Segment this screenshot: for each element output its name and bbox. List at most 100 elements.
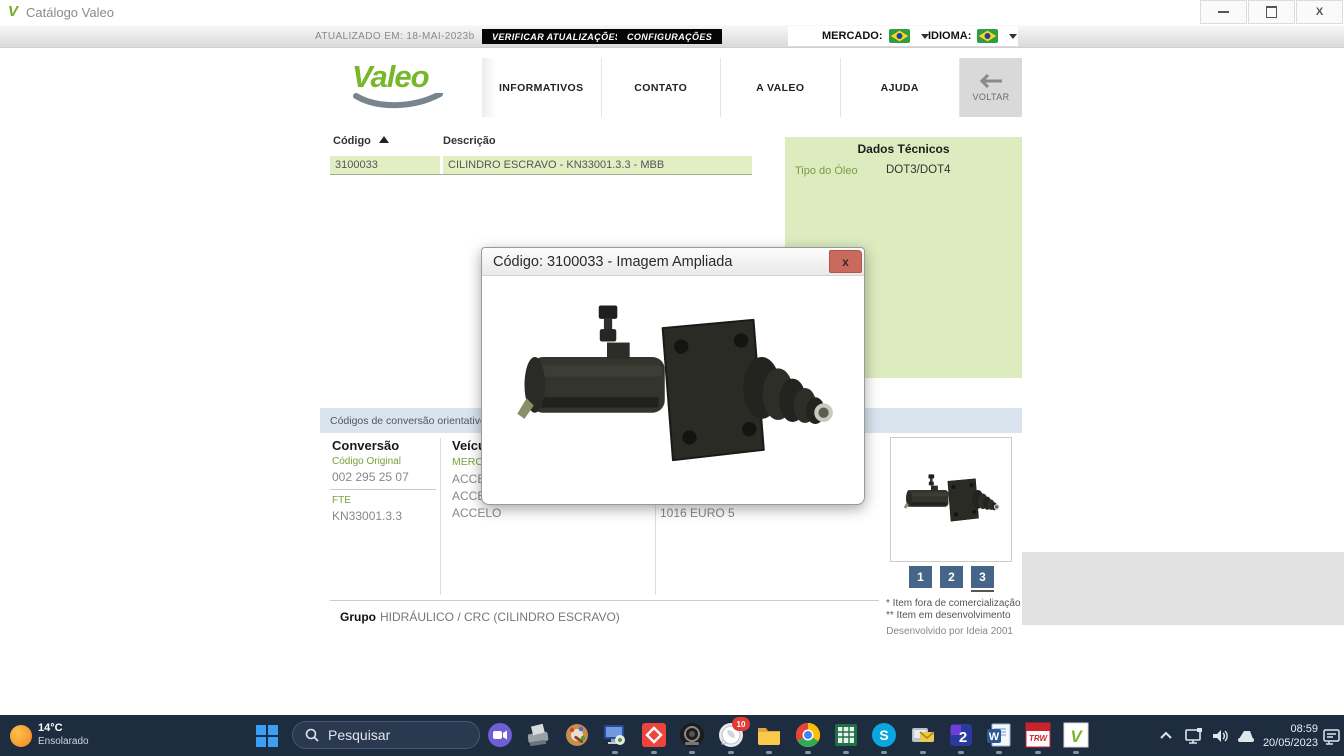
search-icon (305, 728, 319, 742)
video-call-app-icon[interactable] (487, 722, 513, 748)
language-label: IDIOMA: (928, 30, 971, 42)
market-dropdown[interactable]: MERCADO: (822, 29, 929, 43)
brazil-flag-icon (977, 29, 998, 43)
oil-type-value: DOT3/DOT4 (886, 164, 951, 176)
modal-image-area (482, 276, 864, 504)
valeo-logo-text: Valeo (352, 62, 452, 92)
desktop-gray-band (1022, 552, 1344, 625)
running-indicator (651, 751, 657, 754)
weather-temperature[interactable]: 14°C (38, 722, 63, 734)
column-divider (440, 438, 441, 595)
sort-asc-icon (379, 136, 389, 143)
chrome-app-icon[interactable] (795, 722, 821, 748)
back-arrow-icon (979, 74, 1003, 88)
column-header-descricao[interactable]: Descrição (443, 135, 496, 147)
fax-app-icon[interactable] (525, 722, 551, 748)
running-indicator (805, 751, 811, 754)
valeo-v-icon: V (8, 3, 18, 20)
running-indicator (843, 751, 849, 754)
window-title: Catálogo Valeo (26, 5, 114, 20)
technical-data-title: Dados Técnicos (785, 142, 1022, 156)
modal-title: Código: 3100033 - Imagem Ampliada (493, 254, 732, 270)
settings-button[interactable]: CONFIGURAÇÕES (617, 29, 722, 44)
maximize-button[interactable] (1248, 0, 1295, 24)
result-row-codigo[interactable]: 3100033 (330, 156, 440, 174)
spreadsheet-app-icon[interactable] (833, 722, 859, 748)
svg-text:S: S (879, 727, 888, 743)
brazil-flag-icon (889, 29, 910, 43)
valeo-logo: Valeo (352, 62, 452, 114)
media-player-app-icon[interactable] (602, 722, 628, 748)
skype-app-icon[interactable]: S (871, 722, 897, 748)
running-indicator (958, 751, 964, 754)
table-row-divider (330, 174, 752, 175)
svg-text:V: V (1070, 727, 1083, 746)
whatsapp-app-icon[interactable]: 10 (718, 722, 744, 748)
tray-chevron-up-icon[interactable] (1156, 726, 1176, 746)
running-indicator (1073, 751, 1079, 754)
nav-informativos[interactable]: INFORMATIVOS (482, 58, 602, 117)
page-button-3[interactable]: 3 (971, 566, 994, 588)
running-indicator (766, 751, 772, 754)
paint-app-icon[interactable] (564, 722, 590, 748)
taskbar-search[interactable]: Pesquisar (292, 721, 480, 749)
conversao-column-title: Conversão (332, 438, 399, 453)
mail-app-icon[interactable] (910, 722, 936, 748)
weather-description[interactable]: Ensolarado (38, 736, 89, 747)
screen: V Catálogo Valeo X ATUALIZADO EM: 18-MAI… (0, 0, 1344, 756)
grupo-value: HIDRÁULICO / CRC (CILINDRO ESCRAVO) (380, 610, 620, 624)
running-indicator (996, 751, 1002, 754)
active-page-underline (971, 590, 994, 592)
modal-titlebar: Código: 3100033 - Imagem Ampliada (482, 248, 864, 276)
fte-label: FTE (332, 495, 351, 506)
close-button[interactable]: X (1296, 0, 1343, 24)
camera-app-icon[interactable] (679, 722, 705, 748)
trw-app-icon[interactable]: TRW (1025, 722, 1051, 748)
running-indicator (1035, 751, 1041, 754)
running-indicator (612, 751, 618, 754)
chevron-down-icon (1009, 34, 1017, 39)
oil-type-label: Tipo do Óleo (795, 165, 858, 177)
minimize-icon (1218, 11, 1229, 13)
tray-display-icon[interactable] (1184, 726, 1204, 746)
tray-date: 20/05/2023 (1252, 736, 1318, 750)
page-button-1[interactable]: 1 (909, 566, 932, 588)
developer-credit: Desenvolvido por Ideia 2001 (886, 626, 1013, 637)
result-row-descricao[interactable]: CILINDRO ESCRAVO - KN33001.3.3 - MBB (443, 156, 752, 174)
page-button-2[interactable]: 2 (940, 566, 963, 588)
file-explorer-icon[interactable] (756, 722, 782, 748)
modal-close-button[interactable]: x (829, 250, 862, 273)
back-button[interactable]: VOLTAR (960, 58, 1022, 117)
start-button[interactable] (256, 725, 278, 747)
taskbar (0, 715, 1344, 756)
footnote-1: * Item fora de comercialização (886, 598, 1021, 609)
valeo-app-icon[interactable]: V (1063, 722, 1089, 748)
minimize-button[interactable] (1200, 0, 1247, 24)
maximize-icon (1266, 6, 1277, 18)
running-indicator (689, 751, 695, 754)
word-app-icon[interactable]: W (986, 722, 1012, 748)
column-header-codigo[interactable]: Código (333, 135, 389, 147)
tray-clock[interactable]: 08:59 20/05/2023 (1252, 722, 1318, 750)
tray-notifications-icon[interactable] (1322, 726, 1342, 746)
product-thumbnail[interactable] (890, 437, 1012, 562)
app-2-icon[interactable]: 2 (948, 722, 974, 748)
anydesk-app-icon[interactable] (641, 722, 667, 748)
vehicle-version: 1016 EURO 5 (660, 506, 735, 520)
main-nav: INFORMATIVOS CONTATO A VALEO AJUDA (482, 58, 960, 117)
window-titlebar: V Catálogo Valeo X (0, 0, 1344, 26)
grupo-label: Grupo (340, 610, 376, 624)
tray-time: 08:59 (1252, 722, 1318, 736)
nav-ajuda[interactable]: AJUDA (841, 58, 961, 117)
product-image (508, 297, 838, 483)
verify-updates-button[interactable]: VERIFICAR ATUALIZAÇÕES (482, 29, 631, 44)
running-indicator (881, 751, 887, 754)
svg-text:2: 2 (959, 729, 967, 746)
language-dropdown[interactable]: IDIOMA: (928, 29, 1017, 43)
close-icon: X (1316, 6, 1323, 18)
nav-contato[interactable]: CONTATO (602, 58, 722, 117)
weather-sun-icon[interactable] (10, 725, 32, 747)
nav-a-valeo[interactable]: A VALEO (721, 58, 841, 117)
conversion-header-label: Códigos de conversão orientativos (330, 415, 491, 427)
tray-volume-icon[interactable] (1210, 726, 1230, 746)
